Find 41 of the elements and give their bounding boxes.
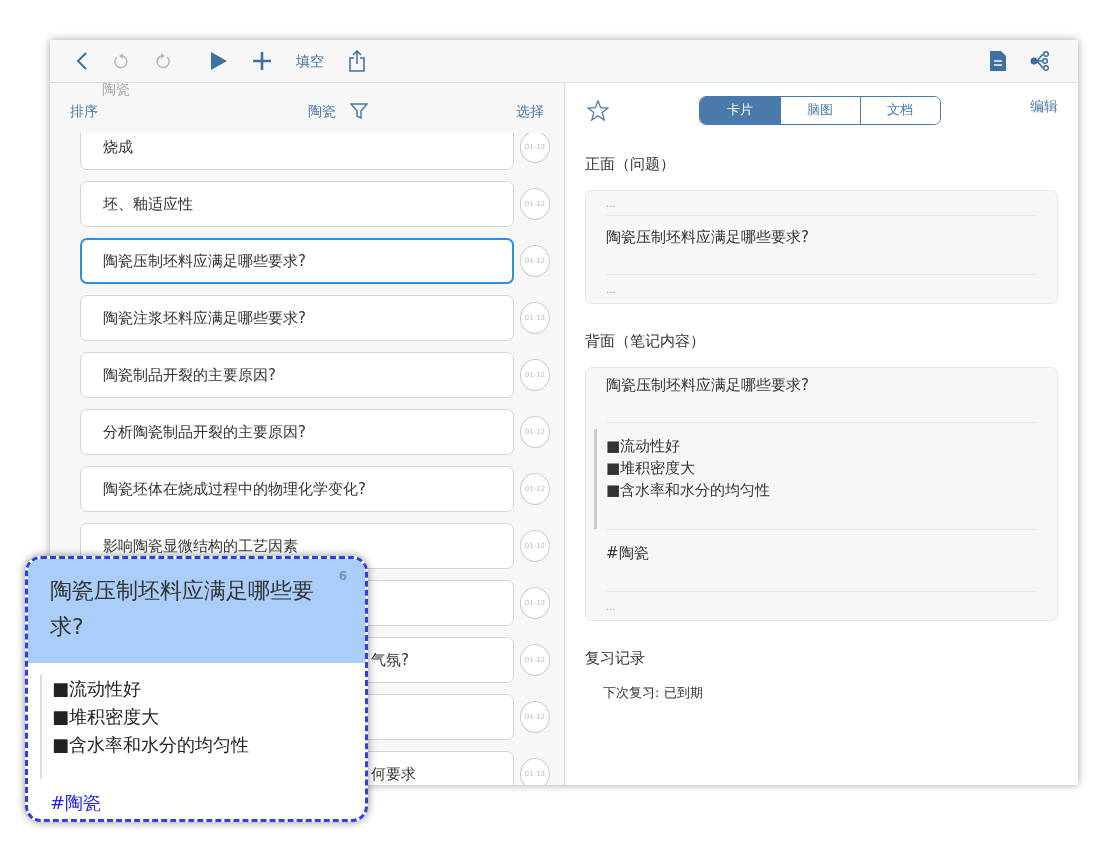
bullet-point: ■含水率和水分的均匀性	[52, 733, 250, 757]
view-tab[interactable]: 文档	[859, 96, 940, 124]
section-heading: 正面（问题）	[585, 154, 676, 175]
note-card[interactable]: 陶瓷坯体在烧成过程中的物理化学变化?	[80, 466, 514, 512]
mindmap-icon[interactable]	[1030, 51, 1052, 71]
tag-text: #陶瓷	[606, 543, 650, 564]
note-card[interactable]: 分析陶瓷制品开裂的主要原因?	[80, 409, 514, 455]
bullet-point: ■流动性好	[606, 436, 682, 457]
back-icon[interactable]	[76, 51, 88, 71]
ellipsis-text: ...	[606, 599, 617, 614]
note-card[interactable]: 坯、釉适应性	[80, 181, 514, 227]
cloze-button[interactable]: 填空	[284, 45, 336, 77]
bullet-point: ■堆积密度大	[606, 458, 697, 479]
star-icon[interactable]	[587, 99, 609, 121]
filter-icon[interactable]	[350, 103, 368, 119]
bullet-point: ■流动性好	[52, 677, 142, 701]
bullet-point: ■堆积密度大	[52, 705, 160, 729]
section-heading: 复习记录	[585, 647, 646, 669]
sort-link[interactable]: 排序	[70, 100, 98, 122]
select-link[interactable]: 选择	[516, 100, 544, 122]
edit-link[interactable]: 编辑	[1030, 95, 1058, 117]
review-status: 下次复习: 已到期	[602, 684, 704, 702]
play-icon[interactable]	[210, 51, 228, 71]
ellipsis-text: ...	[606, 196, 617, 211]
note-card[interactable]: 陶瓷制品开裂的主要原因?	[80, 352, 514, 398]
add-icon[interactable]	[252, 51, 272, 71]
note-card[interactable]: 陶瓷压制坯料应满足哪些要求?	[80, 238, 514, 284]
bullet-point: ■含水率和水分的均匀性	[606, 480, 772, 501]
ellipsis-text: ...	[606, 283, 617, 297]
filter-label: 陶瓷	[308, 101, 336, 121]
note-card[interactable]: 烧成	[80, 133, 514, 170]
document-icon[interactable]	[990, 51, 1006, 71]
review-count: 6	[338, 568, 347, 585]
faded-title: 陶瓷	[102, 80, 130, 99]
question-text: 陶瓷压制坯料应满足哪些要求?	[606, 226, 810, 248]
note-card[interactable]: 陶瓷注浆坯料应满足哪些要求?	[80, 295, 514, 341]
section-heading: 背面（笔记内容）	[585, 331, 706, 352]
share-icon[interactable]	[348, 50, 366, 72]
view-tab[interactable]: 卡片	[699, 96, 780, 124]
question-text: 陶瓷压制坯料应满足哪些要求?	[606, 374, 810, 396]
tag-link[interactable]: #陶瓷	[50, 789, 343, 816]
